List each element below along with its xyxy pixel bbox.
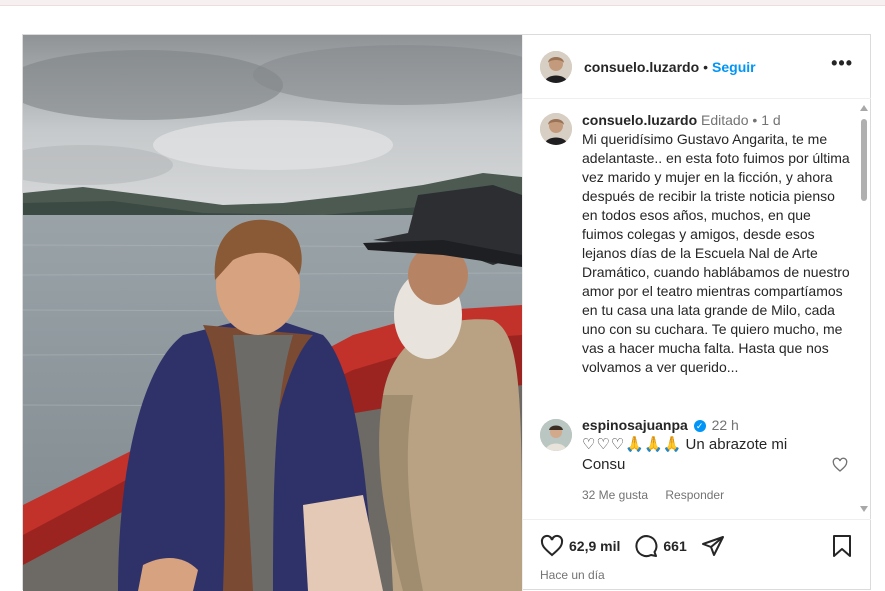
share-icon xyxy=(701,536,724,556)
header-separator: • xyxy=(703,58,709,75)
comment-body: ♡♡♡🙏🙏🙏 Un abrazote mi Consu xyxy=(582,435,822,475)
bookmark-icon xyxy=(833,535,851,557)
post-photo xyxy=(23,35,522,591)
comment-button[interactable]: 661 xyxy=(634,534,700,558)
caption-edited: Editado xyxy=(701,112,749,128)
verified-icon: ✓ xyxy=(693,420,706,433)
post-actions: 62,9 mil 661 Hace un día xyxy=(523,519,871,591)
caption-age[interactable]: 1 d xyxy=(761,112,780,128)
scrollbar-thumb[interactable] xyxy=(861,119,867,201)
commenter-avatar[interactable] xyxy=(540,419,572,451)
action-row: 62,9 mil 661 xyxy=(540,534,725,558)
caption-text-block: consuelo.luzardo Editado • 1 d Mi querid… xyxy=(582,111,850,377)
share-button[interactable] xyxy=(701,534,725,558)
instagram-post-modal: consuelo.luzardo • Seguir ••• consuelo.l… xyxy=(22,34,871,591)
comment-hearts: ♡♡♡ xyxy=(582,436,626,453)
browser-top-strip xyxy=(0,0,885,6)
comment-item: espinosajuanpa ✓ 22 h ♡♡♡🙏🙏🙏 Un abrazote… xyxy=(540,415,850,505)
caption-username[interactable]: consuelo.luzardo xyxy=(582,112,697,128)
more-icon[interactable]: ••• xyxy=(831,53,853,74)
caption-avatar[interactable] xyxy=(540,113,572,145)
like-count[interactable]: 62,9 mil xyxy=(569,538,620,554)
comment-actions: 32 Me gusta Responder xyxy=(582,485,822,505)
post-sidebar: consuelo.luzardo • Seguir ••• consuelo.l… xyxy=(522,35,871,591)
reply-button[interactable]: Responder xyxy=(665,488,724,502)
comments-area[interactable]: consuelo.luzardo Editado • 1 d Mi querid… xyxy=(523,99,871,509)
like-button[interactable]: 62,9 mil xyxy=(540,534,634,558)
heart-icon xyxy=(540,534,564,557)
comment-age[interactable]: 22 h xyxy=(712,417,739,433)
comment-count[interactable]: 661 xyxy=(663,538,686,554)
caption-body: Mi queridísimo Gustavo Angarita, te me a… xyxy=(582,131,850,375)
scroll-up-arrow[interactable] xyxy=(860,105,868,111)
comment-likes[interactable]: 32 Me gusta xyxy=(582,488,648,502)
follow-button[interactable]: Seguir xyxy=(712,59,756,75)
comment-prayers: 🙏🙏🙏 xyxy=(625,436,682,453)
scroll-down-arrow[interactable] xyxy=(860,506,868,512)
comment-heart-icon[interactable] xyxy=(832,457,848,478)
commenter-username[interactable]: espinosajuanpa xyxy=(582,417,688,433)
comment-icon xyxy=(635,535,658,558)
post-time[interactable]: Hace un día xyxy=(540,568,605,582)
save-button[interactable] xyxy=(831,534,853,563)
author-avatar[interactable] xyxy=(540,50,572,83)
post-header: consuelo.luzardo • Seguir ••• xyxy=(523,35,871,99)
caption: consuelo.luzardo Editado • 1 d Mi querid… xyxy=(540,111,850,377)
comment-text-block: espinosajuanpa ✓ 22 h ♡♡♡🙏🙏🙏 Un abrazote… xyxy=(582,415,822,505)
author-username[interactable]: consuelo.luzardo xyxy=(584,59,699,75)
caption-separator: • xyxy=(752,112,758,128)
